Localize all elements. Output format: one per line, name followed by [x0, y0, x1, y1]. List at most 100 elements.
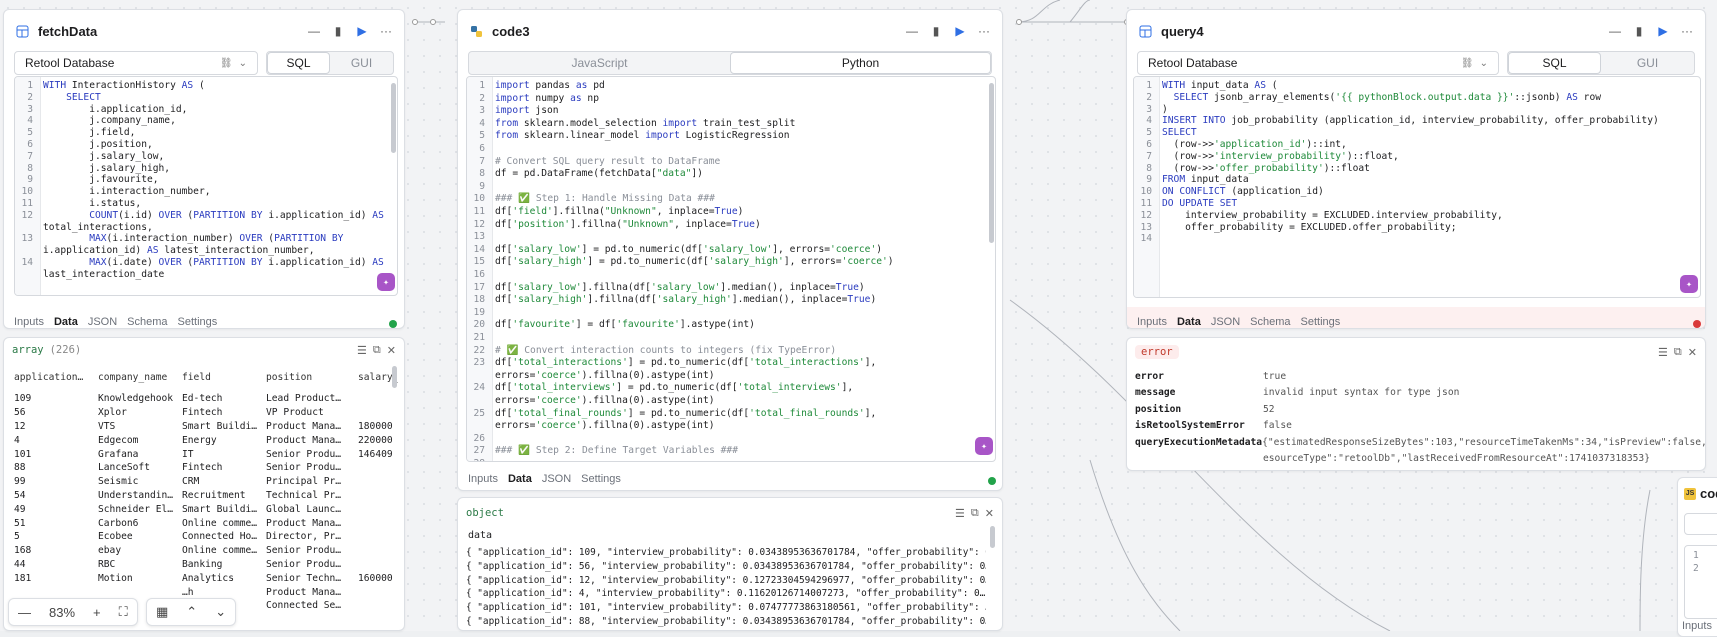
fetchdata-block[interactable]: fetchData — ▮ ▶ ··· Retool Database ⛓ ⌄ S… — [3, 9, 405, 329]
sql-editor[interactable]: 1 2 3 4 5 6 7 8 9 10 11 12 13 14 WITH InteractionHisto… — [14, 76, 398, 296]
panel-icon[interactable]: ▮ — [330, 23, 346, 39]
zoom-level[interactable]: 83% — [40, 605, 84, 620]
block-title[interactable]: cod — [1700, 486, 1717, 501]
filter-icon[interactable]: ☰ — [1658, 346, 1668, 359]
chevron-down-icon[interactable]: ⌄ — [1480, 58, 1488, 69]
zoom-in-button[interactable]: + — [84, 605, 110, 620]
column-header[interactable]: application… — [8, 362, 92, 392]
table-row[interactable]: 12 VTS Smart Buildi… Product Mana… 180000 — [8, 420, 398, 434]
resource-select[interactable]: Retool Database ⛓ ⌄ — [14, 51, 258, 75]
connector-dot[interactable] — [1016, 19, 1022, 25]
grid-icon[interactable]: ▦ — [147, 604, 177, 620]
tab-json[interactable]: JSON — [88, 316, 117, 328]
fit-screen-icon[interactable]: ⛶ — [110, 604, 137, 620]
run-icon[interactable]: ▶ — [952, 23, 968, 39]
table-row[interactable]: 168 ebay Online comme… Senior Produ… — [8, 544, 398, 558]
tab-inputs[interactable]: Inputs — [1682, 620, 1712, 632]
chevron-down-icon[interactable]: ⌄ — [239, 58, 247, 69]
table-row[interactable]: 181 Motion Analytics Senior Techn… 160000 — [8, 571, 398, 585]
mode-toggle[interactable]: SQL GUI — [266, 51, 394, 75]
more-icon[interactable]: ··· — [1679, 23, 1695, 39]
table-row[interactable]: 109 Knowledgehook Ed-tech Lead Product… — [8, 392, 398, 406]
panel-icon[interactable]: ▮ — [1631, 23, 1647, 39]
table-row[interactable]: 5 Ecobee Connected Ho… Director, Pr… — [8, 530, 398, 544]
connector-dot[interactable] — [430, 19, 436, 25]
close-icon[interactable]: ✕ — [1688, 346, 1697, 359]
zoom-out-button[interactable]: — — [9, 605, 40, 620]
connector-dot[interactable] — [412, 19, 418, 25]
table-row[interactable]: 51 Carbon6 Online comme… Product Mana… — [8, 516, 398, 530]
run-icon[interactable]: ▶ — [354, 23, 370, 39]
mode-sql[interactable]: SQL — [267, 52, 331, 74]
table-row[interactable]: 49 Schneider El… Smart Buildi… Global Launc… — [8, 502, 398, 516]
data-row[interactable]: { "application_id": 4, "interview_probab… — [466, 588, 986, 602]
table-row[interactable]: …h Product Mana… — [8, 585, 398, 599]
data-row[interactable]: { "application_id": 12, "interview_proba… — [466, 575, 986, 589]
data-row[interactable]: { "application_id": 101, "interview_prob… — [466, 602, 986, 616]
array-panel[interactable]: array (226) ☰ ⧉ ✕ application… company_na… — [3, 337, 405, 631]
panel-icon[interactable]: ▮ — [928, 23, 944, 39]
filter-icon[interactable]: ☰ — [357, 344, 367, 357]
table-row[interactable]: 44 RBC Banking Senior Produ… — [8, 558, 398, 572]
tab-json[interactable]: JSON — [542, 473, 571, 485]
table-row[interactable]: 56 Xplor Fintech VP Product — [8, 406, 398, 420]
python-editor[interactable]: 1 2 3 4 5 6 7 8 9 10 11 12 13 14 15 16 17 18 19 20 21 22 23 24 2… — [466, 76, 996, 462]
column-header[interactable]: field — [176, 362, 260, 392]
resource-select[interactable]: Retool Database ⛓ ⌄ — [1137, 51, 1499, 75]
table-row[interactable]: 88 LanceSoft Fintech Senior Produ… — [8, 461, 398, 475]
copy-icon[interactable]: ⧉ — [971, 507, 979, 520]
table-row[interactable]: 4 Edgecom Energy Product Mana… 220000 — [8, 433, 398, 447]
ai-assist-icon[interactable]: ✦ — [377, 273, 395, 291]
block-title[interactable]: code3 — [492, 24, 896, 39]
link-icon[interactable]: ⛓ — [220, 58, 233, 69]
table-row[interactable]: 101 Grafana IT Senior Produ… 146409 — [8, 447, 398, 461]
chevron-up-icon[interactable]: ⌃ — [177, 604, 206, 620]
copy-icon[interactable]: ⧉ — [373, 344, 381, 357]
tab-schema[interactable]: Schema — [1250, 316, 1290, 328]
tab-settings[interactable]: Settings — [178, 316, 218, 328]
query4-block[interactable]: query4 — ▮ ▶ ··· Retool Database ⛓ ⌄ SQL … — [1126, 9, 1706, 329]
minimize-icon[interactable]: — — [1607, 23, 1623, 39]
close-icon[interactable]: ✕ — [387, 344, 396, 357]
tab-inputs[interactable]: Inputs — [468, 473, 498, 485]
column-header[interactable]: company_name — [92, 362, 176, 392]
mode-gui[interactable]: GUI — [1601, 52, 1694, 74]
lang-javascript[interactable]: JavaScript — [469, 52, 730, 74]
ai-assist-icon[interactable]: ✦ — [1680, 275, 1698, 293]
mode-toggle[interactable]: SQL GUI — [1507, 51, 1695, 75]
ai-assist-icon[interactable]: ✦ — [975, 437, 993, 455]
more-icon[interactable]: ··· — [378, 23, 394, 39]
tab-settings[interactable]: Settings — [1301, 316, 1341, 328]
language-toggle[interactable]: JavaScript Python — [468, 51, 992, 75]
tab-inputs[interactable]: Inputs — [14, 316, 44, 328]
link-icon[interactable]: ⛓ — [1461, 58, 1474, 69]
code3-block[interactable]: code3 — ▮ ▶ ··· JavaScript Python 123456… — [457, 9, 1003, 491]
tab-data[interactable]: Data — [508, 473, 532, 485]
tab-data[interactable]: Data — [54, 316, 78, 328]
more-icon[interactable]: ··· — [976, 23, 992, 39]
data-table[interactable]: application… company_name field position sal… — [8, 362, 398, 613]
block-title[interactable]: fetchData — [38, 24, 298, 39]
close-icon[interactable]: ✕ — [985, 507, 994, 520]
minimize-icon[interactable]: — — [904, 23, 920, 39]
object-panel[interactable]: object ☰ ⧉ ✕ data { "application_id": 10… — [457, 497, 1003, 631]
tab-json[interactable]: JSON — [1211, 316, 1240, 328]
tab-settings[interactable]: Settings — [581, 473, 621, 485]
minimize-icon[interactable]: — — [306, 23, 322, 39]
sql-editor[interactable]: 1 2 3 4 5 6 7 8 9 10 11 12 13 14 WITH input_data AS ( … — [1133, 76, 1701, 298]
lang-python[interactable]: Python — [729, 52, 991, 74]
data-row[interactable]: { "application_id": 109, "interview_prob… — [466, 547, 986, 561]
run-icon[interactable]: ▶ — [1655, 23, 1671, 39]
mode-gui[interactable]: GUI — [330, 52, 393, 74]
tab-inputs[interactable]: Inputs — [1137, 316, 1167, 328]
chevron-down-icon[interactable]: ⌄ — [206, 604, 235, 620]
error-panel[interactable]: error ☰ ⧉ ✕ error true message invalid inpu… — [1126, 337, 1706, 471]
filter-icon[interactable]: ☰ — [955, 507, 965, 520]
table-row[interactable]: 54 Understandin… Recruitment Technical Pr… — [8, 489, 398, 503]
table-row[interactable]: 99 Seismic CRM Principal Pr… — [8, 475, 398, 489]
mode-sql[interactable]: SQL — [1508, 52, 1602, 74]
copy-icon[interactable]: ⧉ — [1674, 346, 1682, 359]
block-title[interactable]: query4 — [1161, 24, 1599, 39]
tab-schema[interactable]: Schema — [127, 316, 167, 328]
data-row[interactable]: { "application_id": 88, "interview_proba… — [466, 616, 986, 630]
